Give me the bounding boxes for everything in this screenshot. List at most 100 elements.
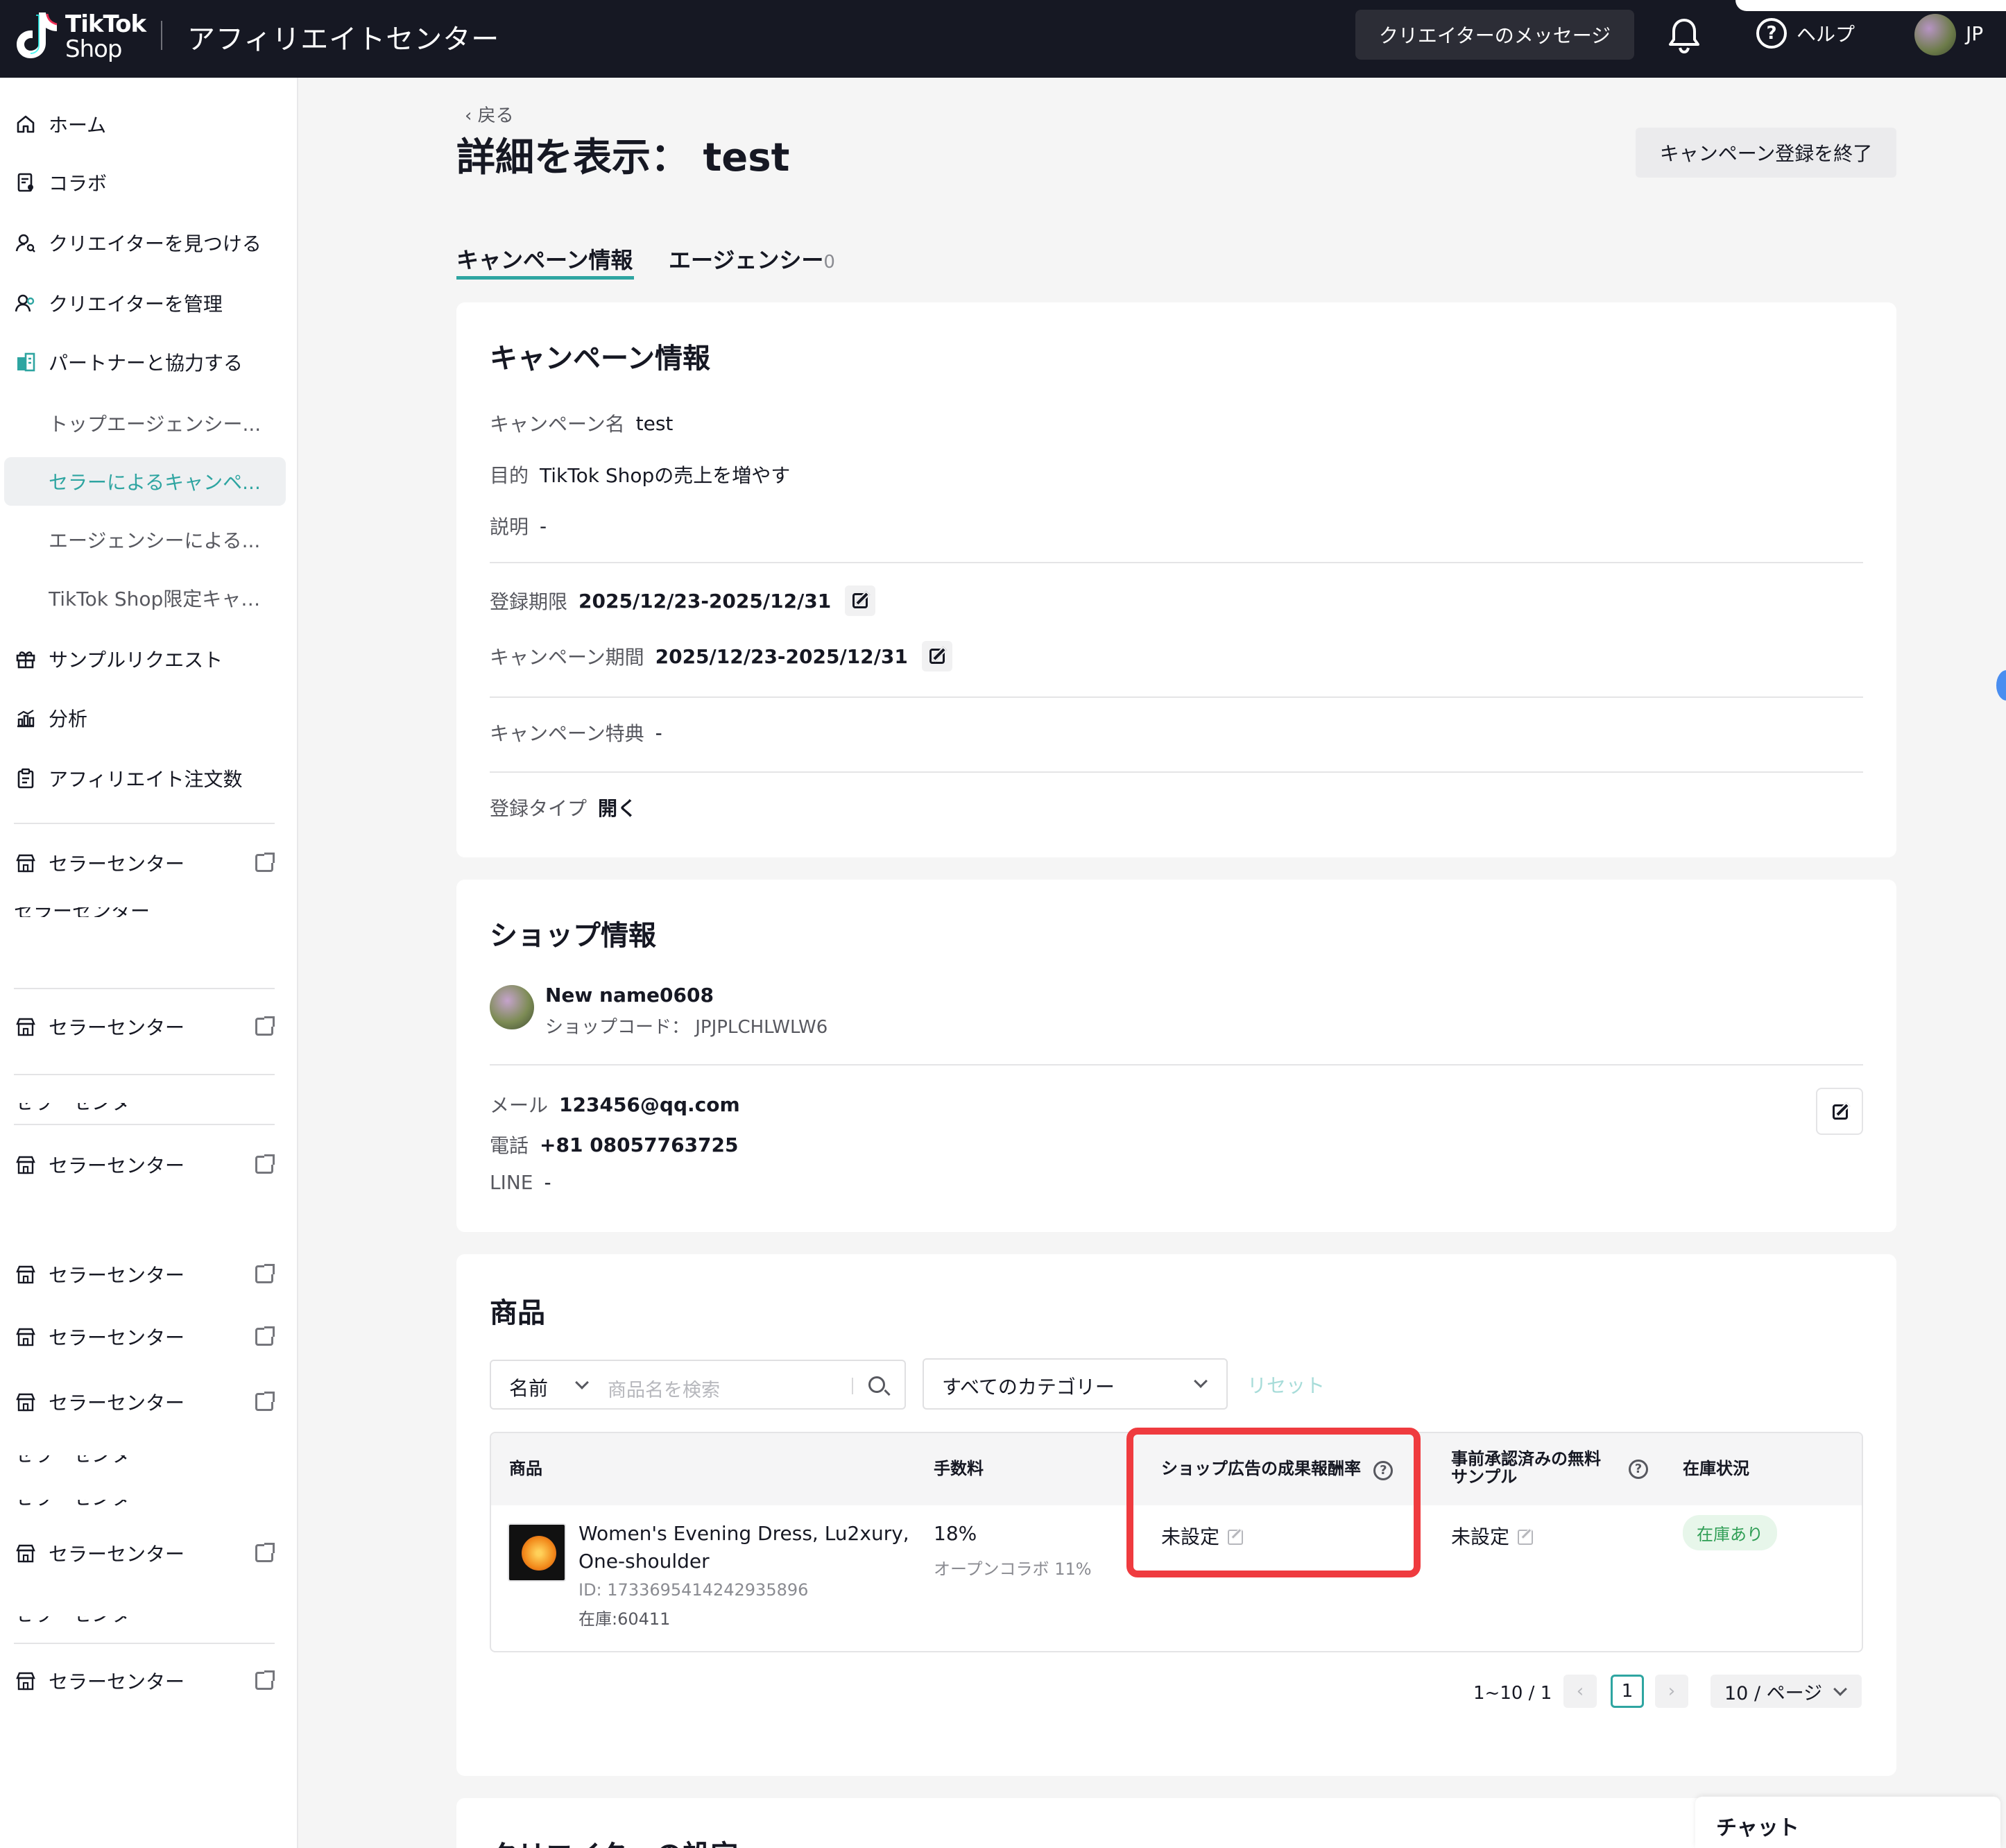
sidebar-divider bbox=[14, 1643, 275, 1644]
external-link-icon bbox=[255, 1670, 275, 1690]
chat-button[interactable]: チャット bbox=[1695, 1797, 2000, 1848]
sidebar-item-affiliate-orders[interactable]: アフィリエイト注文数 bbox=[0, 754, 298, 803]
external-link-icon bbox=[255, 853, 275, 872]
highlight-annotation bbox=[1126, 1428, 1421, 1577]
search-field-select[interactable]: 名前 bbox=[509, 1374, 548, 1401]
sidebar-item-clipped: セラーセンター bbox=[14, 1455, 277, 1465]
sidebar-item-seller-center[interactable]: セラーセンター bbox=[0, 1378, 298, 1426]
registration-period-row: 登録期限 2025/12/23-2025/12/31 bbox=[490, 585, 876, 616]
sidebar-subitem-tiktok-campaigns[interactable]: TikTok Shop限定キャン... bbox=[0, 574, 298, 622]
sidebar-divider bbox=[14, 823, 275, 824]
page-number-button[interactable]: 1 bbox=[1611, 1675, 1644, 1708]
next-page-button[interactable]: › bbox=[1655, 1675, 1688, 1708]
user-avatar[interactable] bbox=[1914, 14, 1956, 55]
reset-button[interactable]: リセット bbox=[1247, 1371, 1325, 1398]
product-id: ID: 1733695414242935896 bbox=[578, 1580, 809, 1600]
store-icon bbox=[16, 1393, 35, 1412]
free-sample-value: 未設定 bbox=[1451, 1522, 1534, 1550]
edit-icon[interactable] bbox=[1518, 1530, 1534, 1545]
sidebar-item-partners[interactable]: パートナーと協力する bbox=[0, 338, 298, 386]
tab-campaign-info[interactable]: キャンペーン情報 bbox=[456, 243, 633, 275]
end-campaign-registration-button[interactable]: キャンペーン登録を終了 bbox=[1636, 128, 1896, 178]
sidebar-item-label: ホーム bbox=[49, 114, 107, 137]
external-link-icon bbox=[255, 1264, 275, 1283]
col-free-sample: 事前承認済みの無料 サンプル bbox=[1451, 1449, 1601, 1487]
sidebar-item-seller-center[interactable]: セラーセンター bbox=[0, 1312, 298, 1361]
external-link-icon bbox=[255, 1326, 275, 1346]
sidebar-item-analytics[interactable]: 分析 bbox=[0, 694, 298, 742]
sidebar-item-label: TikTok Shop限定キャン... bbox=[49, 588, 271, 610]
tiktok-shop-logo[interactable]: TikTok Shop bbox=[15, 10, 146, 64]
campaign-period: 2025/12/23-2025/12/31 bbox=[655, 644, 908, 668]
shop-email: 123456@qq.com bbox=[559, 1093, 740, 1116]
sidebar-divider bbox=[14, 1124, 275, 1125]
prev-page-button[interactable]: ‹ bbox=[1563, 1675, 1597, 1708]
store-icon bbox=[16, 1544, 35, 1563]
sidebar: ホーム コラボ クリエイターを見つける クリエイターを管理 パートナーと協力する… bbox=[0, 78, 298, 1848]
campaign-info-card: キャンペーン情報 キャンペーン名 test 目的 TikTok Shopの売上を増や… bbox=[456, 302, 1896, 857]
side-floating-button[interactable] bbox=[1996, 670, 2006, 701]
edit-contact-button[interactable] bbox=[1816, 1088, 1863, 1135]
clipboard-icon bbox=[17, 768, 34, 789]
sidebar-item-label: トップエージェンシー... bbox=[49, 413, 262, 436]
shop-info-title: ショップ情報 bbox=[490, 920, 656, 952]
pagination-info: 1~10 / 1 bbox=[1473, 1683, 1552, 1704]
back-link[interactable]: ‹ 戻る bbox=[465, 101, 514, 127]
shop-phone-row: 電話 +81 08057763725 bbox=[490, 1133, 739, 1158]
edit-registration-period-icon[interactable] bbox=[845, 585, 876, 616]
question-circle-icon[interactable]: ? bbox=[1629, 1460, 1648, 1479]
open-collab-rate: オープンコラボ 11% bbox=[934, 1559, 1092, 1579]
sidebar-item-label: サンプルリクエスト bbox=[49, 649, 223, 671]
notification-bell-icon[interactable] bbox=[1668, 17, 1701, 54]
sidebar-item-seller-center[interactable]: セラーセンター bbox=[0, 1002, 298, 1051]
sidebar-item-find-creators[interactable]: クリエイターを見つける bbox=[0, 219, 298, 267]
sidebar-item-manage-creators[interactable]: クリエイターを管理 bbox=[0, 279, 298, 327]
sidebar-item-seller-center[interactable]: セラーセンター bbox=[0, 1140, 298, 1189]
region-label[interactable]: JP bbox=[1966, 22, 1983, 45]
shop-name: New name0608 bbox=[545, 984, 714, 1007]
sidebar-item-collab[interactable]: コラボ bbox=[0, 158, 298, 207]
search-icon[interactable] bbox=[868, 1376, 885, 1393]
store-icon bbox=[16, 1672, 35, 1691]
sidebar-subitem-top-agency[interactable]: トップエージェンシー... bbox=[0, 399, 298, 447]
external-link-icon bbox=[255, 1154, 275, 1174]
search-input[interactable]: 商品名を検索 bbox=[608, 1375, 720, 1402]
sidebar-item-label: 分析 bbox=[49, 708, 88, 730]
shop-email-row: メール 123456@qq.com bbox=[490, 1093, 740, 1118]
sidebar-item-label: セラーセンター bbox=[49, 1670, 185, 1693]
category-select[interactable]: すべてのカテゴリー bbox=[923, 1358, 1228, 1410]
tab-agency[interactable]: エージェンシー0 bbox=[669, 243, 835, 275]
help-link[interactable]: ? ヘルプ bbox=[1756, 18, 1855, 49]
product-stock: 在庫:60411 bbox=[578, 1609, 671, 1629]
divider bbox=[490, 1064, 1863, 1066]
sidebar-divider bbox=[14, 988, 275, 989]
product-thumbnail[interactable] bbox=[508, 1523, 566, 1582]
sidebar-item-seller-center[interactable]: セラーセンター bbox=[0, 1250, 298, 1299]
sidebar-item-label: セラーセンター bbox=[49, 1326, 185, 1349]
product-name-line2[interactable]: One-shoulder bbox=[578, 1550, 710, 1573]
col-commission: 手数料 bbox=[934, 1459, 984, 1478]
sidebar-item-seller-center[interactable]: セラーセンター bbox=[0, 1529, 298, 1577]
page-title: 詳細を表示： test bbox=[456, 135, 790, 180]
sidebar-item-label: セラーセンター bbox=[49, 1154, 185, 1177]
page-size-select[interactable]: 10 / ページ bbox=[1711, 1675, 1862, 1708]
registration-type: 開く bbox=[598, 797, 637, 820]
divider bbox=[490, 696, 1863, 698]
store-icon bbox=[16, 1156, 35, 1174]
sidebar-item-seller-center[interactable]: セラーセンター bbox=[0, 1657, 298, 1705]
sidebar-item-label: クリエイターを管理 bbox=[49, 293, 223, 316]
sidebar-item-sample-requests[interactable]: サンプルリクエスト bbox=[0, 635, 298, 683]
logo-line1: TikTok bbox=[65, 10, 146, 38]
sidebar-item-seller-center[interactable]: セラーセンター bbox=[0, 839, 298, 887]
sidebar-item-label: パートナーと協力する bbox=[49, 352, 243, 375]
edit-campaign-period-icon[interactable] bbox=[921, 641, 952, 671]
header-divider bbox=[161, 21, 162, 50]
product-name-line1[interactable]: Women's Evening Dress, Lu2xury, bbox=[578, 1522, 909, 1545]
store-icon bbox=[16, 854, 35, 873]
creator-messages-button[interactable]: クリエイターのメッセージ bbox=[1355, 10, 1634, 60]
sidebar-item-home[interactable]: ホーム bbox=[0, 100, 298, 148]
sidebar-item-label: セラーセンター bbox=[49, 1543, 185, 1566]
gift-icon bbox=[16, 651, 35, 669]
sidebar-subitem-agency-campaigns[interactable]: エージェンシーによる... bbox=[0, 515, 298, 564]
sidebar-subitem-seller-campaigns[interactable]: セラーによるキャンペ... bbox=[4, 457, 286, 506]
